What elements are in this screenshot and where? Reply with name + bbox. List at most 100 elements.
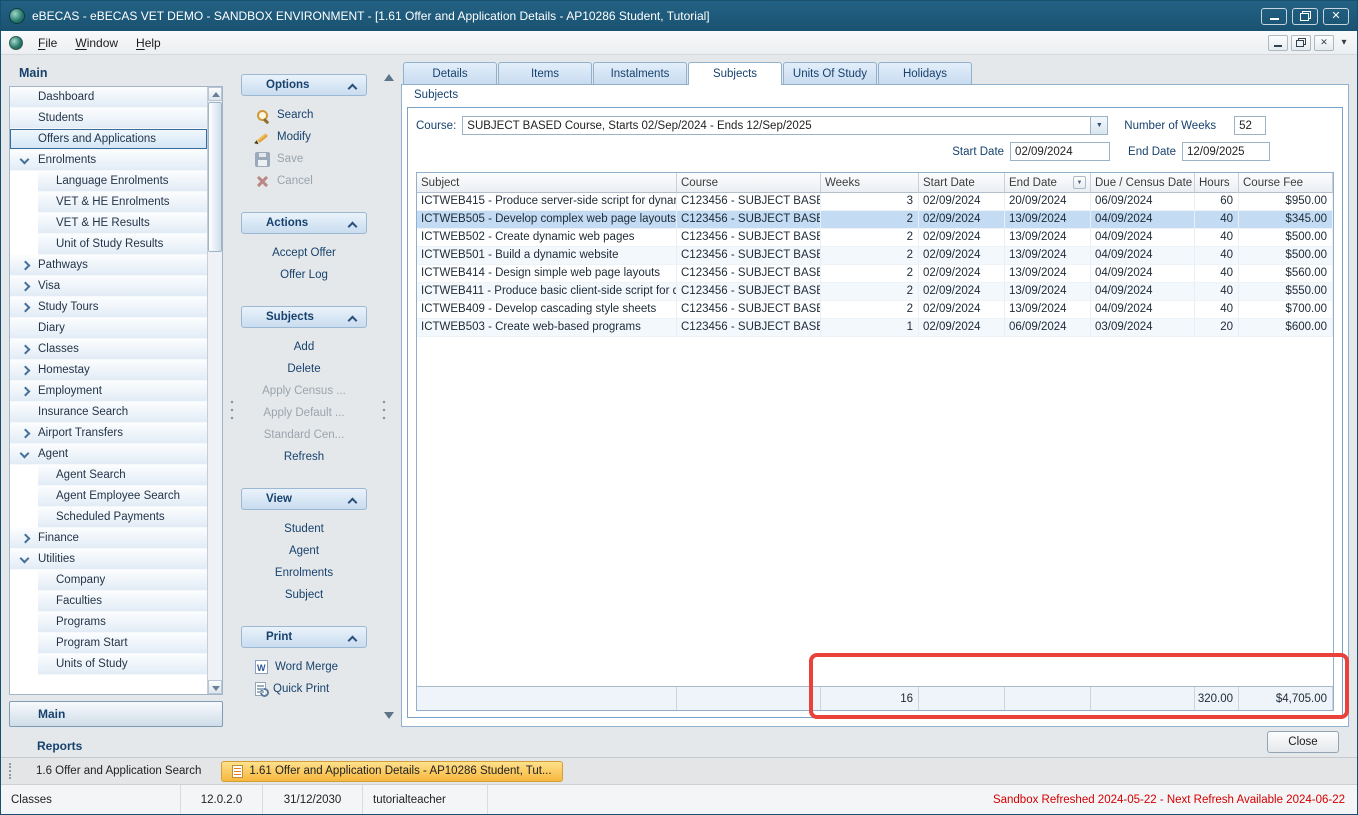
expand-chevron-icon[interactable] [14,278,38,294]
tree-item-dashboard[interactable]: Dashboard [10,87,207,108]
scroll-up-icon[interactable] [381,70,396,85]
tree-item-pathways[interactable]: Pathways [10,255,207,276]
window-tab-1-6-offer-and-application-search[interactable]: 1.6 Offer and Application Search [26,761,211,782]
column-header-due-census-date[interactable]: Due / Census Date [1091,173,1195,193]
column-header-hours[interactable]: Hours [1195,173,1239,193]
action-offer-log[interactable]: Offer Log [241,264,367,286]
tree-item-insurance-search[interactable]: Insurance Search [10,402,207,423]
expand-chevron-icon[interactable] [14,362,38,378]
tab-holidays[interactable]: Holidays [878,62,972,84]
tree-item-programs[interactable]: Programs [38,612,207,633]
collapse-chevron-icon[interactable] [14,446,38,462]
scroll-up-icon[interactable] [208,87,222,101]
window-close-button[interactable]: ✕ [1323,8,1349,25]
action-word-merge[interactable]: Word Merge [241,656,367,678]
action-modify[interactable]: Modify [241,126,367,148]
tree-item-offers-and-applications[interactable]: Offers and Applications [10,129,207,150]
scroll-down-icon[interactable] [381,708,396,723]
tab-items[interactable]: Items [498,62,592,84]
grid-row[interactable]: ICTWEB502 - Create dynamic web pagesC123… [417,229,1333,247]
sidebar-splitter[interactable] [223,62,241,757]
group-header-actions[interactable]: Actions [241,212,367,234]
scrollbar-thumb[interactable] [208,102,222,252]
group-header-subjects[interactable]: Subjects [241,306,367,328]
expand-chevron-icon[interactable] [14,383,38,399]
scroll-down-icon[interactable] [208,680,222,694]
tab-bar-grip-icon[interactable] [9,763,12,779]
action-enrolments[interactable]: Enrolments [241,562,367,584]
tree-item-airport-transfers[interactable]: Airport Transfers [10,423,207,444]
number-of-weeks-input[interactable]: 52 [1234,116,1266,135]
grid-row[interactable]: ICTWEB505 - Develop complex web page lay… [417,211,1333,229]
tree-item-units-of-study[interactable]: Units of Study [38,654,207,675]
close-button[interactable]: Close [1267,731,1339,753]
mdi-restore-button[interactable] [1291,35,1311,51]
tree-item-company[interactable]: Company [38,570,207,591]
expand-chevron-icon[interactable] [14,257,38,273]
column-header-course-fee[interactable]: Course Fee [1239,173,1333,193]
tree-item-students[interactable]: Students [10,108,207,129]
grid-row[interactable]: ICTWEB503 - Create web-based programsC12… [417,319,1333,337]
grid-row[interactable]: ICTWEB501 - Build a dynamic websiteC1234… [417,247,1333,265]
tree-item-program-start[interactable]: Program Start [38,633,207,654]
action-subject[interactable]: Subject [241,584,367,606]
menu-item-help[interactable]: Help [127,33,170,53]
tree-item-scheduled-payments[interactable]: Scheduled Payments [38,507,207,528]
grid-row[interactable]: ICTWEB411 - Produce basic client-side sc… [417,283,1333,301]
collapse-chevron-icon[interactable] [14,551,38,567]
action-accept-offer[interactable]: Accept Offer [241,242,367,264]
expand-chevron-icon[interactable] [14,299,38,315]
column-header-course[interactable]: Course [677,173,821,193]
column-header-weeks[interactable]: Weeks [821,173,919,193]
sidebar-reports-group-button[interactable]: Reports [9,735,223,757]
tree-item-language-enrolments[interactable]: Language Enrolments [38,171,207,192]
tree-item-unit-of-study-results[interactable]: Unit of Study Results [38,234,207,255]
expand-chevron-icon[interactable] [14,341,38,357]
column-header-start-date[interactable]: Start Date [919,173,1005,193]
grid-row[interactable]: ICTWEB409 - Develop cascading style shee… [417,301,1333,319]
action-refresh[interactable]: Refresh [241,446,367,468]
menu-item-file[interactable]: File [29,33,66,53]
tree-scrollbar[interactable] [207,87,222,694]
column-header-subject[interactable]: Subject [417,173,677,193]
action-search[interactable]: Search [241,104,367,126]
tab-subjects[interactable]: Subjects [688,62,782,85]
tree-item-homestay[interactable]: Homestay [10,360,207,381]
action-quick-print[interactable]: Quick Print [241,678,367,700]
group-header-view[interactable]: View [241,488,367,510]
menu-item-window[interactable]: Window [66,33,127,53]
action-student[interactable]: Student [241,518,367,540]
tree-item-visa[interactable]: Visa [10,276,207,297]
tree-item-vet-he-results[interactable]: VET & HE Results [38,213,207,234]
mdi-dropdown-icon[interactable]: ▾ [1337,35,1351,51]
action-agent[interactable]: Agent [241,540,367,562]
tree-item-finance[interactable]: Finance [10,528,207,549]
window-tab-1-61-offer-and-application-details-ap10286-s[interactable]: 1.61 Offer and Application Details - AP1… [221,761,562,782]
start-date-input[interactable]: 02/09/2024 [1010,142,1110,161]
tree-item-enrolments[interactable]: Enrolments [10,150,207,171]
course-dropdown-icon[interactable]: ▼ [1090,117,1107,134]
tree-item-faculties[interactable]: Faculties [38,591,207,612]
tree-item-classes[interactable]: Classes [10,339,207,360]
action-delete[interactable]: Delete [241,358,367,380]
column-header-end-date[interactable]: End Date▼ [1005,173,1091,193]
expand-chevron-icon[interactable] [14,425,38,441]
collapse-chevron-icon[interactable] [14,152,38,168]
tree-item-vet-he-enrolments[interactable]: VET & HE Enrolments [38,192,207,213]
tree-item-utilities[interactable]: Utilities [10,549,207,570]
mdi-minimize-button[interactable] [1268,35,1288,51]
window-restore-button[interactable] [1292,8,1318,25]
tab-units-of-study[interactable]: Units Of Study [783,62,877,84]
sidebar-main-group-button[interactable]: Main [9,701,223,727]
tab-details[interactable]: Details [403,62,497,84]
tree-item-agent[interactable]: Agent [10,444,207,465]
window-minimize-button[interactable] [1261,8,1287,25]
end-date-input[interactable]: 12/09/2025 [1182,142,1270,161]
actions-scrollbar[interactable] [367,62,401,757]
tab-instalments[interactable]: Instalments [593,62,687,84]
expand-chevron-icon[interactable] [14,530,38,546]
group-header-print[interactable]: Print [241,626,367,648]
group-header-options[interactable]: Options [241,74,367,96]
action-add[interactable]: Add [241,336,367,358]
tree-item-employment[interactable]: Employment [10,381,207,402]
